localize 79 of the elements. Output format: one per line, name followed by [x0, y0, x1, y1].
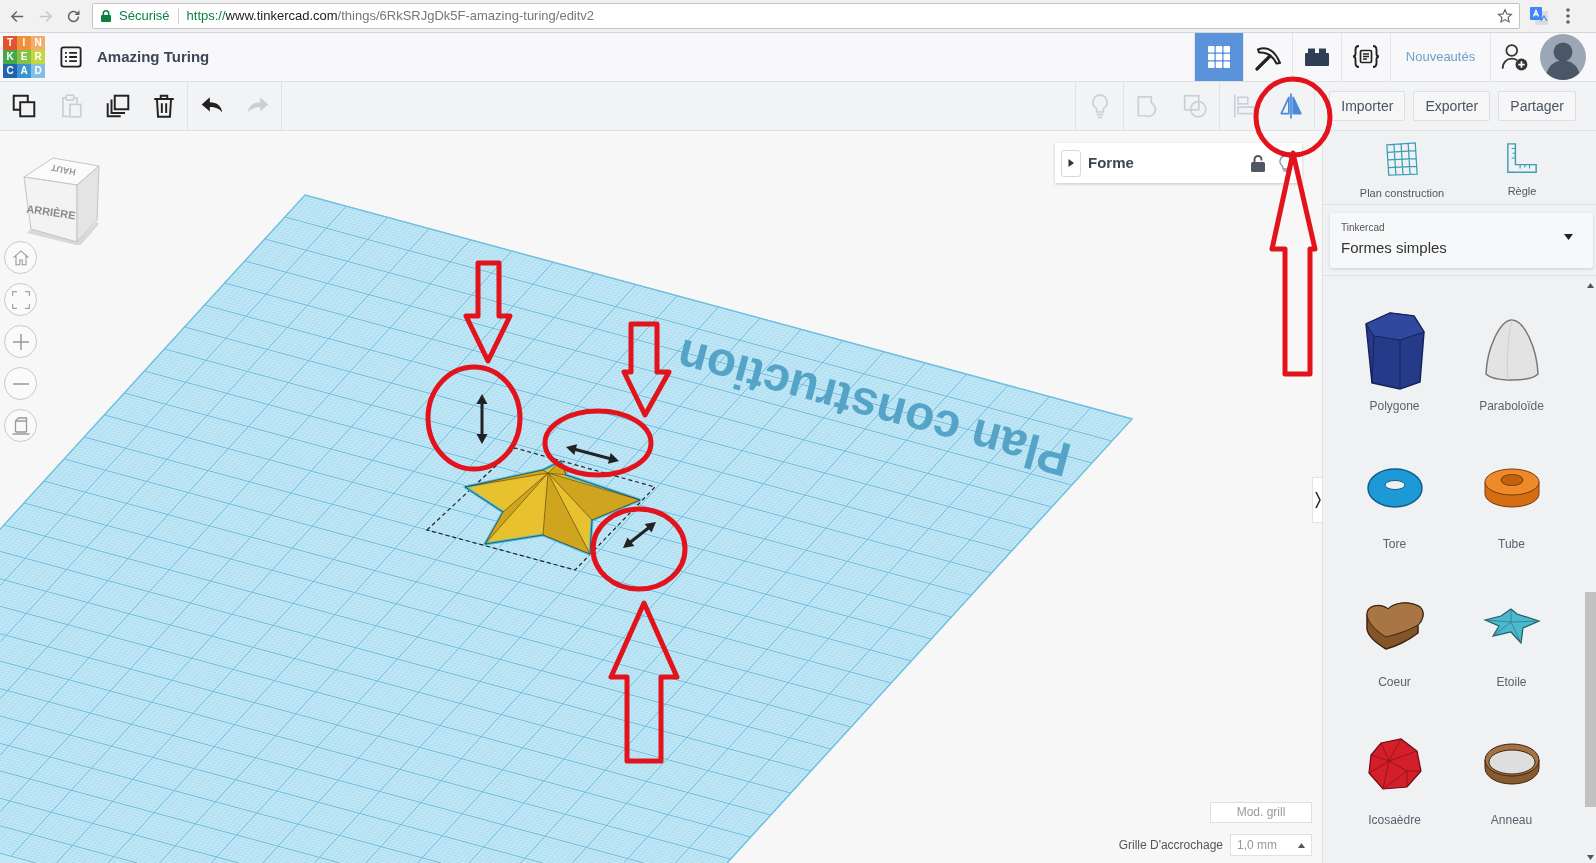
avatar-icon[interactable] [1540, 34, 1586, 80]
ruler-button[interactable]: Règle [1462, 131, 1582, 204]
logo-letter: A [17, 64, 31, 78]
expand-toggle-button[interactable] [1061, 149, 1081, 177]
plus-icon [12, 333, 29, 350]
mirror-icon [1277, 93, 1304, 119]
shape-item[interactable]: Tube [1453, 440, 1570, 578]
logo-letter: D [31, 64, 45, 78]
star-icon [1482, 608, 1541, 644]
snap-grid-select[interactable]: 1,0 mm [1230, 834, 1312, 856]
stacked-squares-icon [104, 93, 131, 119]
shape-item[interactable]: Tore [1336, 440, 1453, 578]
shape-item[interactable]: Anneau [1453, 716, 1570, 854]
heart-icon [1363, 601, 1426, 651]
tube-icon [1482, 466, 1541, 510]
vertical-double-arrow-icon [476, 394, 488, 444]
lock-icon [101, 10, 111, 22]
ring-icon [1482, 742, 1541, 786]
bookmark-star-icon[interactable] [1497, 8, 1513, 24]
chevron-right-icon [1315, 491, 1321, 509]
translate-icon[interactable] [1530, 7, 1548, 25]
icosahedron-icon [1366, 737, 1423, 791]
shape-item[interactable]: Coeur [1336, 578, 1453, 716]
logo-letter: E [17, 50, 31, 64]
ortho-view-button[interactable] [4, 409, 37, 442]
cube-outline-icon [11, 416, 30, 435]
toolbar-text-button[interactable]: Importer [1329, 91, 1406, 121]
grid-icon [1207, 45, 1231, 69]
hexagonal-prism-icon [1363, 310, 1426, 390]
design-title: Amazing Turing [97, 46, 210, 67]
scroll-down-icon[interactable] [1587, 855, 1594, 860]
caret-up-icon [1298, 842, 1305, 848]
category-dropdown[interactable]: Tinkercad Formes simples [1330, 213, 1593, 268]
trash-icon [151, 93, 177, 119]
house-icon [10, 247, 31, 268]
star-shape[interactable] [463, 459, 642, 556]
logo-letter: N [31, 36, 45, 50]
diagonal-double-arrow-icon [623, 522, 656, 548]
logo-letter: T [3, 36, 17, 50]
security-label: Sécurisé [119, 7, 170, 26]
torus-icon [1365, 466, 1424, 510]
cube-face-label: HAUT [50, 162, 77, 178]
logo-letter: C [3, 64, 17, 78]
horizontal-double-arrow-icon [566, 444, 619, 464]
scroll-up-icon[interactable] [1587, 283, 1594, 288]
perspective-grid-icon [1384, 141, 1420, 177]
paraboloid-icon [1483, 318, 1540, 382]
workplane-button[interactable]: Plan construction [1342, 131, 1462, 204]
lightbulb-icon[interactable] [1279, 154, 1292, 172]
logo-letter: I [17, 36, 31, 50]
snap-grid-label: Grille D'accrochage [1118, 837, 1223, 854]
caret-down-icon [1564, 234, 1573, 240]
copy-icon [10, 93, 37, 119]
address-bar[interactable]: Sécurisé https://www.tinkercad.com/things/6RkSRJgDk5F-amazing-turing/editv2 [92, 3, 1520, 29]
url-text: https://www.tinkercad.com/things/6RkSRJgDk5F-amazing-turing/editv2 [186, 7, 595, 26]
brick-icon [1304, 47, 1330, 67]
square-circle-icon [1182, 93, 1209, 119]
ruler-icon [1505, 141, 1539, 175]
panel-title: Forme [1088, 152, 1134, 173]
minus-icon [12, 382, 29, 385]
logo-letter: R [31, 50, 45, 64]
menu-dots-icon[interactable] [1566, 8, 1570, 24]
shape-item[interactable]: Icosaèdre [1336, 716, 1453, 854]
toolbar-text-button[interactable]: Exporter [1413, 91, 1491, 121]
shape-item[interactable]: Polygone [1336, 302, 1453, 440]
shape-item[interactable]: Etoile [1453, 578, 1570, 716]
braces-document-icon [1351, 44, 1381, 70]
add-user-icon [1500, 43, 1529, 71]
scrollbar-thumb[interactable] [1585, 592, 1596, 807]
logo-letter: K [3, 50, 17, 64]
list-icon [60, 46, 82, 68]
toolbar-text-button[interactable]: Partager [1498, 91, 1576, 121]
open-lock-icon[interactable] [1251, 154, 1265, 172]
cube-face-label: ARRIÈRE [25, 202, 77, 222]
corner-brackets-icon [11, 290, 30, 309]
shape-item[interactable]: Paraboloïde [1453, 302, 1570, 440]
outline-button[interactable] [60, 46, 82, 68]
view-cube[interactable]: ARRIÈRE HAUT [20, 155, 102, 245]
edit-grid-button[interactable]: Mod. grill [1210, 802, 1312, 823]
